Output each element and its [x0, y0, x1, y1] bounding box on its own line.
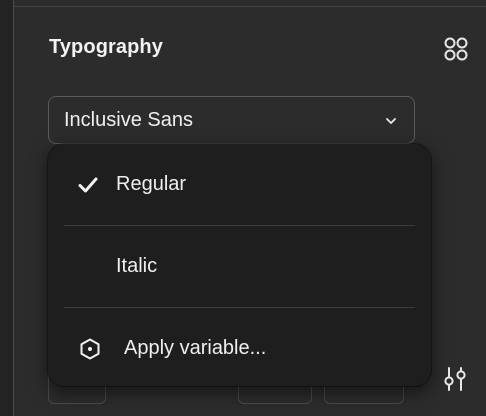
menu-divider — [64, 225, 415, 226]
menu-item-label: Apply variable... — [124, 337, 267, 359]
menu-item-regular[interactable]: Regular — [48, 150, 431, 220]
chevron-down-icon — [386, 118, 396, 124]
menu-item-label: Italic — [116, 255, 158, 277]
check-icon — [78, 177, 98, 193]
font-family-select[interactable]: Inclusive Sans — [48, 96, 415, 144]
menu-item-label: Regular — [116, 173, 187, 195]
adjust-sliders-icon[interactable] — [440, 364, 470, 394]
variable-hexagon-icon — [80, 338, 100, 360]
font-family-value: Inclusive Sans — [64, 109, 193, 131]
section-divider — [14, 6, 486, 7]
panel-edge — [0, 0, 14, 416]
font-style-dropdown: Regular Italic Apply variable... — [48, 144, 431, 386]
menu-divider — [64, 307, 415, 308]
menu-item-apply-variable[interactable]: Apply variable... — [48, 314, 431, 384]
typography-panel: Typography Inclusive Sans Regular Italic… — [0, 0, 486, 416]
styles-grid-icon[interactable] — [442, 35, 470, 63]
menu-item-italic[interactable]: Italic — [48, 232, 431, 302]
section-title: Typography — [49, 36, 163, 58]
